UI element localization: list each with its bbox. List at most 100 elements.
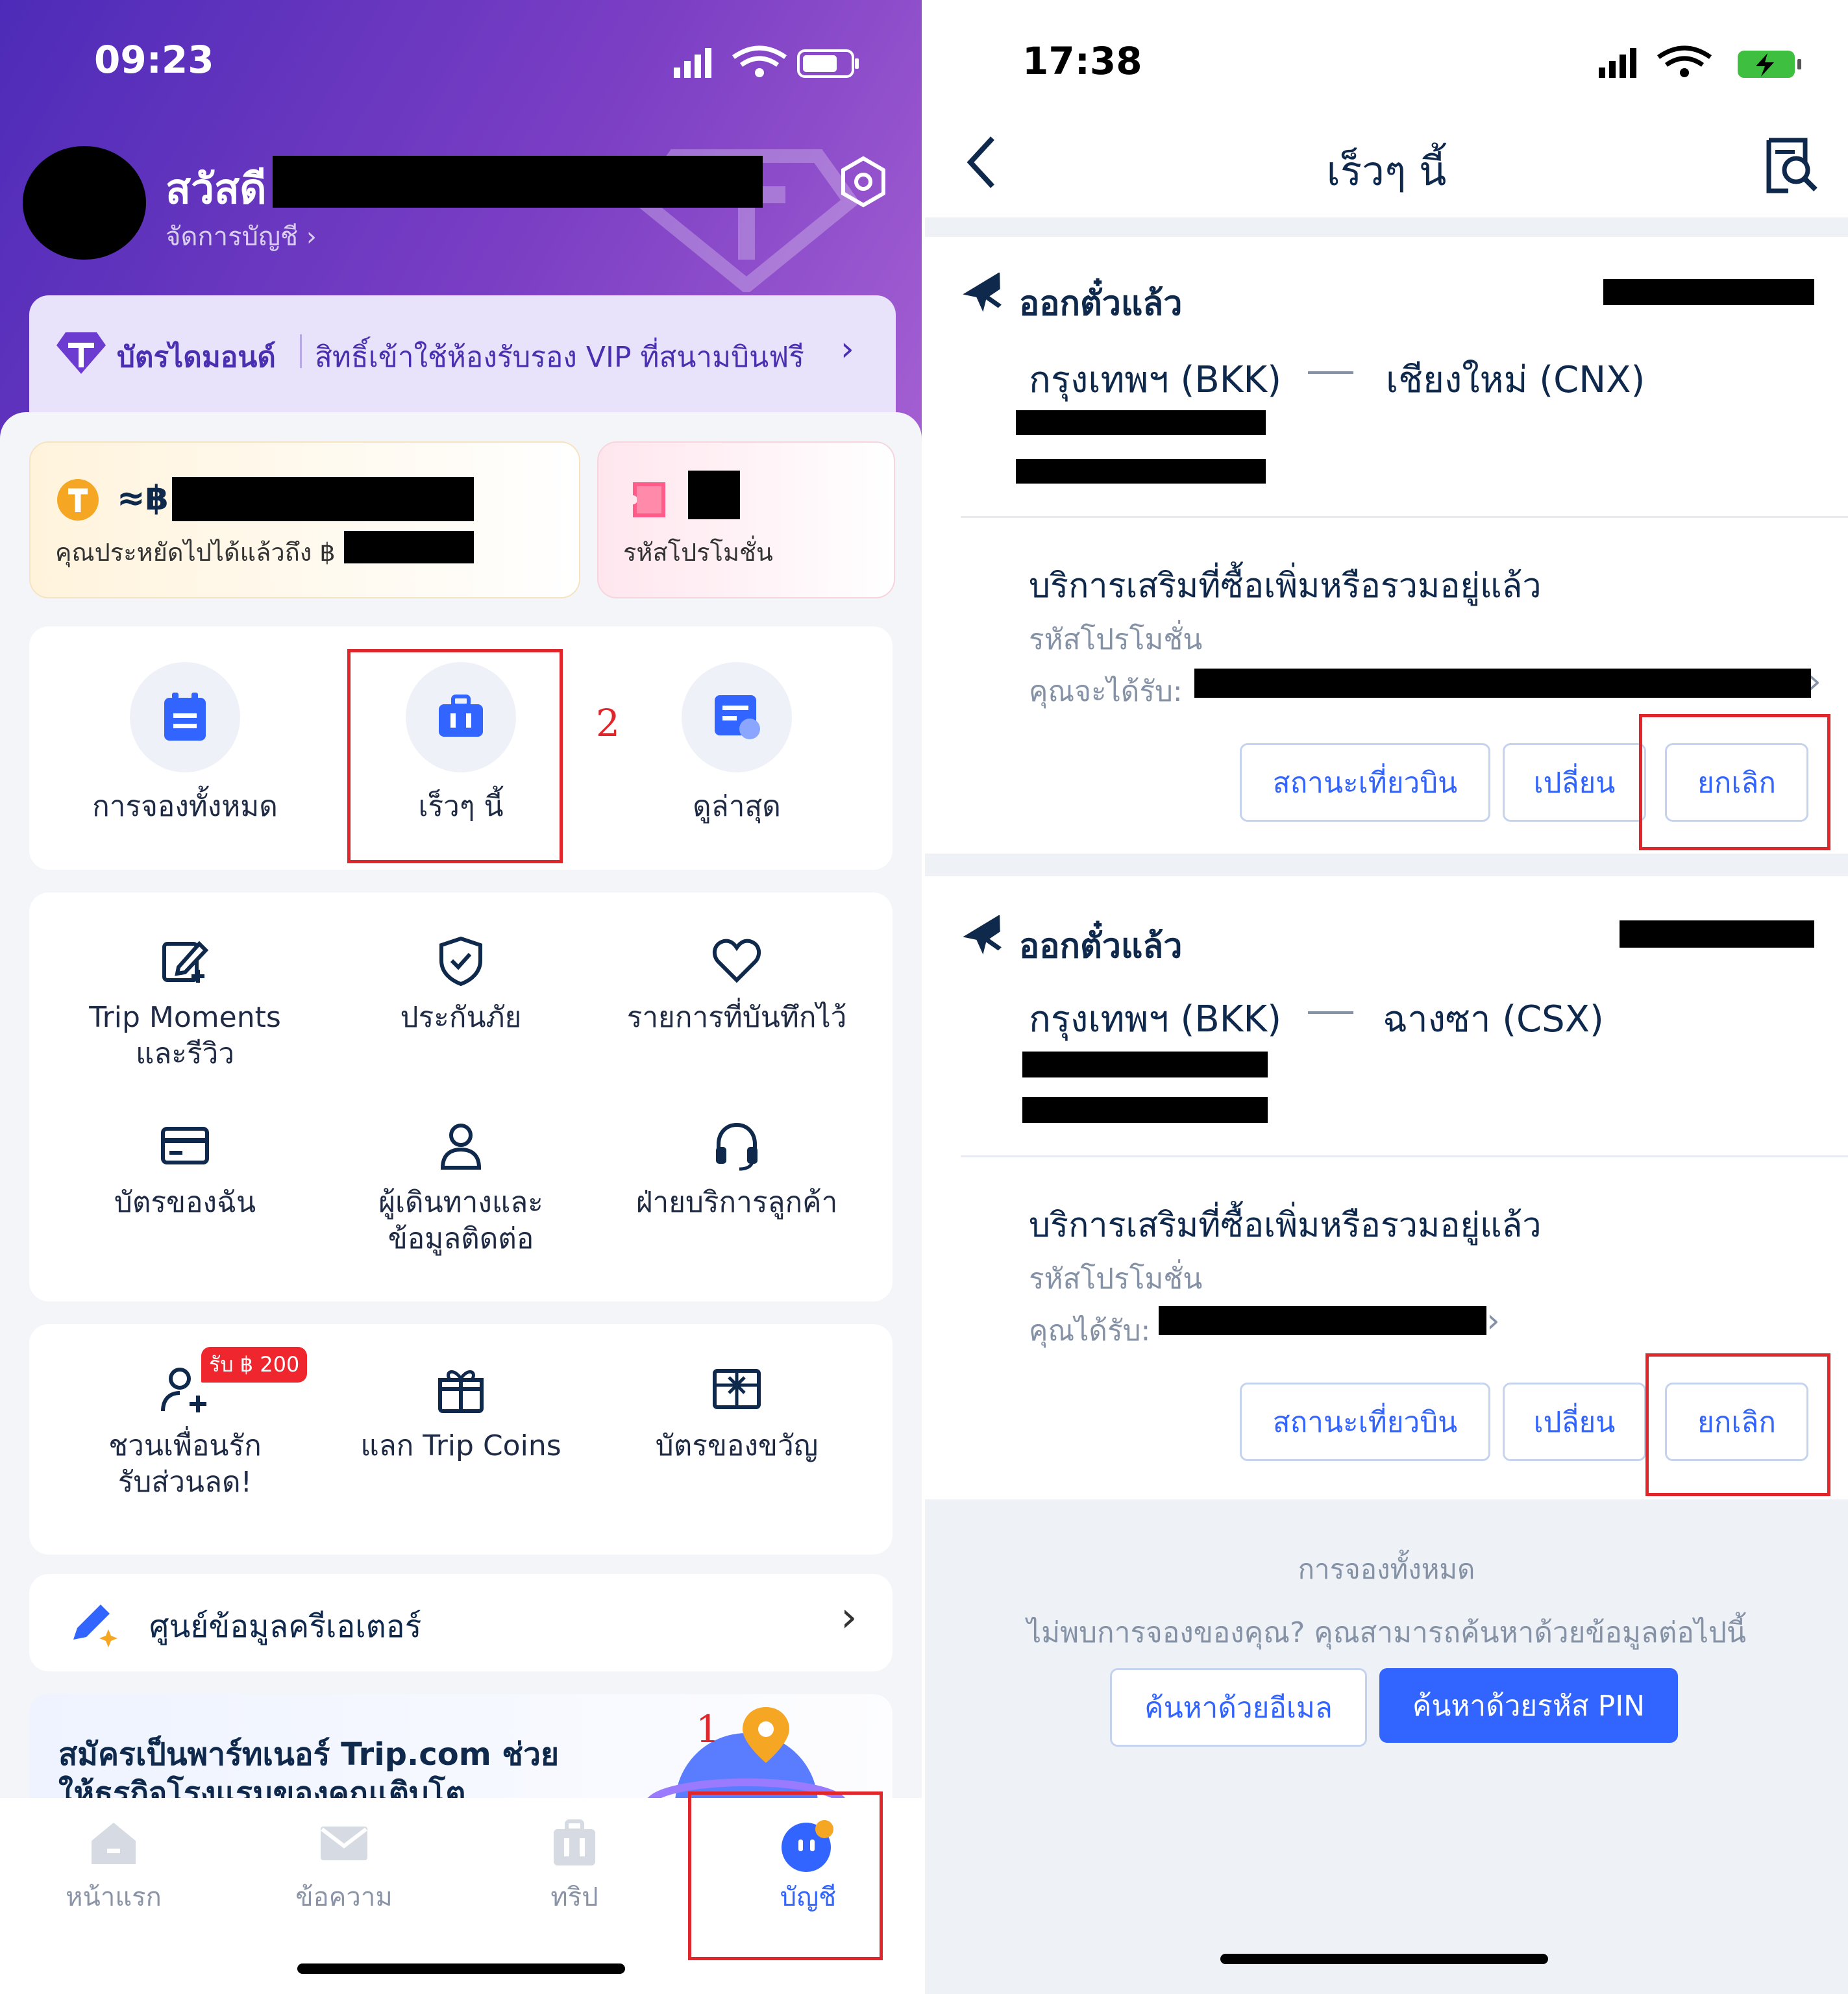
redacted-reward <box>1194 669 1811 698</box>
redacted-coins <box>172 477 474 521</box>
chevron-right-icon: › <box>306 222 317 252</box>
my-cards-label: บัตรของฉัน <box>114 1186 256 1219</box>
annotation-box-cancel <box>1639 714 1830 850</box>
redacted-username <box>273 156 763 208</box>
coupon-icon <box>633 482 665 517</box>
status-icons <box>674 45 859 78</box>
saved-items-label: รายการที่บันทึกไว้ <box>626 1001 847 1034</box>
annotation-box-account-tab <box>688 1791 883 1960</box>
clipboard-list-icon <box>164 693 206 741</box>
headset-icon <box>716 1122 758 1171</box>
divider <box>961 1155 1848 1157</box>
invite-reward-badge: รับ ฿ 200 <box>201 1347 308 1383</box>
status-time: 17:38 <box>1022 39 1142 83</box>
addon-services-title: บริการเสริมที่ซื้อเพิ่มหรือรวมอยู่แล้ว <box>1029 1206 1542 1245</box>
travelers-button[interactable]: ผู้เดินทางและ ข้อมูลติดต่อ <box>328 1120 594 1275</box>
tier-name: บัตรไดมอนด์ <box>117 341 276 374</box>
upcoming-screen: 17:38 เร็วๆ นี้ ออกตั๋วแล้ว กรุงเทพฯ (BK… <box>925 0 1848 1994</box>
trip-moments-button[interactable]: Trip Moments และรีวิว <box>52 935 318 1077</box>
tab-home-label: หน้าแรก <box>66 1882 162 1912</box>
creator-center-label: ศูนย์ข้อมูลครีเอเตอร์ <box>149 1608 422 1645</box>
flight-status-button[interactable]: สถานะเที่ยวบิน <box>1240 1383 1490 1461</box>
annotation-number-2: 2 <box>596 701 620 745</box>
edit-note-icon <box>162 941 209 983</box>
route-dash <box>1308 1011 1353 1014</box>
search-by-email-button[interactable]: ค้นหาด้วยอีเมล <box>1110 1668 1367 1747</box>
recently-viewed-label: ดูล่าสุด <box>693 790 781 823</box>
envelope-icon <box>321 1827 367 1860</box>
search-by-pin-button[interactable]: ค้นหาด้วยรหัส PIN <box>1379 1668 1678 1743</box>
redacted-price <box>1620 920 1814 948</box>
route-from: กรุงเทพฯ (BKK) <box>1029 359 1282 401</box>
greeting: สวัสดี <box>166 166 267 214</box>
route-to: เชียงใหม่ (CNX) <box>1386 359 1645 401</box>
route-dash <box>1308 371 1353 374</box>
invite-label-1: ชวนเพื่อนรัก <box>108 1429 262 1462</box>
manage-account-link[interactable]: จัดการบัญชี › <box>166 215 317 257</box>
page-title: เร็วๆ นี้ <box>1326 147 1447 195</box>
booking-status: ออกตั๋วแล้ว <box>1019 284 1183 323</box>
travelers-label-2: ข้อมูลติดต่อ <box>388 1222 534 1255</box>
trip-coin-icon <box>57 479 99 521</box>
addon-promo-label: รหัสโปรโมชั่น <box>1029 623 1203 656</box>
pencil-sparkle-icon <box>73 1605 117 1647</box>
redacted-reward <box>1159 1306 1486 1335</box>
redeem-coins-button[interactable]: แลก Trip Coins <box>328 1363 594 1493</box>
redacted-flight-date <box>1022 1052 1268 1077</box>
diamond-icon <box>56 332 106 374</box>
person-icon <box>440 1124 482 1170</box>
gift-cards-button[interactable]: บัตรของขวัญ <box>604 1363 870 1493</box>
booking-status: ออกตั๋วแล้ว <box>1019 927 1183 966</box>
invite-friends-button[interactable]: ชวนเพื่อนรัก รับส่วนลด! <box>52 1363 318 1525</box>
manage-account-label: จัดการบัญชี <box>166 222 299 252</box>
my-cards-button[interactable]: บัตรของฉัน <box>52 1120 318 1262</box>
redeem-coins-label: แลก Trip Coins <box>360 1429 561 1462</box>
all-bookings-button[interactable]: การจองทั้งหมด <box>78 662 292 844</box>
route-to: ฉางซา (CSX) <box>1383 998 1604 1040</box>
redacted-flight-date <box>1016 410 1266 435</box>
customer-service-label: ฝ่ายบริการลูกค้า <box>635 1186 838 1219</box>
gift-card-icon <box>713 1369 761 1409</box>
settings-hex-icon[interactable] <box>841 156 886 208</box>
luggage-icon <box>554 1819 595 1865</box>
insurance-label: ประกันภัย <box>400 1001 522 1034</box>
route-from: กรุงเทพฯ (BKK) <box>1029 998 1282 1040</box>
tab-home[interactable]: หน้าแรก <box>45 1817 182 1915</box>
coins-prefix: ≈฿ <box>117 479 169 518</box>
addon-services-title: บริการเสริมที่ซื้อเพิ่มหรือรวมอยู่แล้ว <box>1029 567 1542 606</box>
home-icon <box>92 1823 136 1864</box>
change-button[interactable]: เปลี่ยน <box>1503 1383 1646 1461</box>
trip-moments-label-2: และรีวิว <box>135 1037 234 1070</box>
home-indicator <box>1220 1954 1548 1964</box>
home-indicator <box>297 1963 625 1974</box>
addon-promo-label: รหัสโปรโมชั่น <box>1029 1262 1203 1296</box>
annotation-box-cancel <box>1645 1353 1830 1496</box>
tab-messages[interactable]: ข้อความ <box>276 1817 412 1915</box>
saved-text: คุณประหยัดไปได้แล้วถึง ฿ <box>55 538 336 567</box>
chevron-right-icon: › <box>1808 662 1821 701</box>
redacted-saved <box>344 531 474 563</box>
tab-trips-label: ทริป <box>550 1882 598 1912</box>
heart-icon <box>712 939 761 983</box>
tier-benefit: สิทธิ์เข้าใช้ห้องรับรอง VIP ที่สนามบินฟร… <box>315 341 804 374</box>
redacted-price <box>1603 279 1814 305</box>
status-icons <box>1599 45 1801 78</box>
change-button[interactable]: เปลี่ยน <box>1503 743 1646 822</box>
addon-reward-label: คุณได้รับ: <box>1029 1314 1151 1348</box>
search-document-icon[interactable] <box>1762 136 1821 195</box>
all-bookings-link[interactable]: การจองทั้งหมด <box>925 1548 1848 1591</box>
saved-items-button[interactable]: รายการที่บันทึกไว้ <box>604 935 870 1077</box>
customer-service-button[interactable]: ฝ่ายบริการลูกค้า <box>604 1120 870 1262</box>
avatar[interactable] <box>23 146 146 260</box>
airplane-icon <box>963 915 1002 955</box>
recently-viewed-button[interactable]: ดูล่าสุด <box>630 662 844 844</box>
gift-box-icon <box>438 1370 484 1413</box>
flight-status-button[interactable]: สถานะเที่ยวบิน <box>1240 743 1490 822</box>
redacted-flight-time <box>1022 1097 1268 1123</box>
not-found-text: ไม่พบการจองของคุณ? คุณสามารถค้นหาด้วยข้อ… <box>1026 1616 1746 1649</box>
credit-card-icon <box>161 1127 209 1164</box>
insurance-button[interactable]: ประกันภัย <box>328 935 594 1077</box>
recent-history-icon <box>715 695 760 739</box>
tab-trips[interactable]: ทริป <box>506 1817 643 1915</box>
chevron-right-icon: › <box>841 330 854 369</box>
